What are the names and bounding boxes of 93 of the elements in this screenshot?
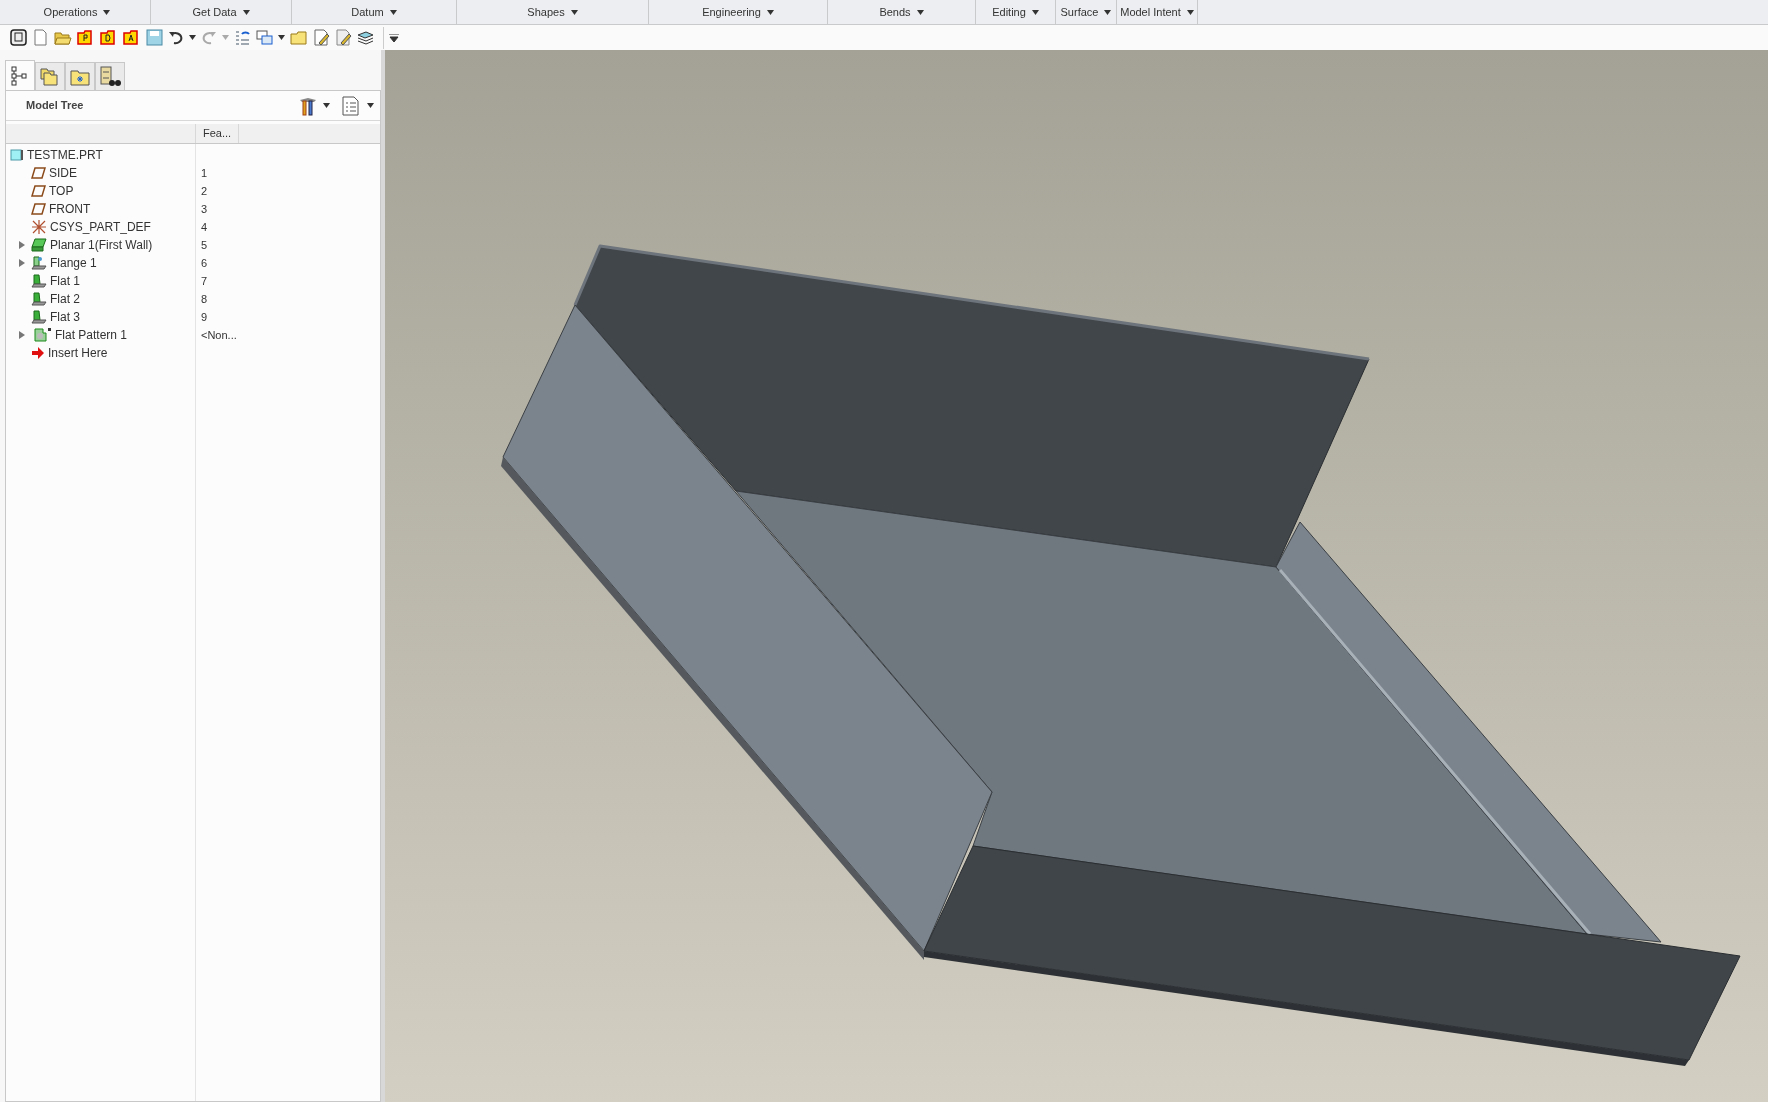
tree-row[interactable]: Flat 1 7 <box>6 272 380 290</box>
tree-row[interactable]: SIDE 1 <box>6 164 380 182</box>
caret-icon <box>103 9 111 15</box>
collapsed-arrow-icon[interactable] <box>18 241 26 249</box>
cabinet-binoculars-icon <box>99 65 121 88</box>
overflow-caret-icon[interactable] <box>389 33 399 42</box>
collapsed-arrow-icon[interactable] <box>18 259 26 267</box>
caret-icon <box>1031 9 1039 15</box>
cube-icon <box>10 149 24 161</box>
tree-row[interactable]: Insert Here <box>6 344 380 362</box>
keyboard-key-icon[interactable] <box>10 29 27 46</box>
feature-number: 9 <box>200 309 208 325</box>
caret-icon[interactable] <box>323 103 330 108</box>
panel-tab[interactable] <box>95 62 125 90</box>
feature-name: SIDE <box>49 165 77 182</box>
tree-row[interactable]: TESTME.PRT <box>6 146 380 164</box>
menu-item[interactable]: Editing <box>976 0 1056 24</box>
feature-number: 1 <box>200 165 208 181</box>
tree-row[interactable]: FRONT 3 <box>6 200 380 218</box>
flat-icon <box>31 274 47 288</box>
tree-icon <box>11 65 29 86</box>
feature-number: <Non... <box>200 327 237 343</box>
caret-icon[interactable] <box>278 35 285 40</box>
parallelogram-icon <box>31 167 46 179</box>
feature-name: Flat 3 <box>50 309 80 326</box>
folder-icon[interactable] <box>77 29 95 46</box>
windows-icon[interactable] <box>256 29 273 46</box>
plate-icon <box>31 238 47 252</box>
feature-number: 5 <box>200 237 208 253</box>
feature-name: TESTME.PRT <box>27 147 103 164</box>
tree-row[interactable]: CSYS_PART_DEF 4 <box>6 218 380 236</box>
layers-icon[interactable] <box>357 29 374 46</box>
menu-item[interactable]: Operations <box>4 0 151 24</box>
tree-row[interactable]: Flat 2 8 <box>6 290 380 308</box>
parallelogram-icon <box>31 185 46 197</box>
feature-number: 2 <box>200 183 208 199</box>
parallelogram-icon <box>31 203 46 215</box>
insert-arrow-icon <box>31 347 45 359</box>
feature-name: TOP <box>49 183 74 200</box>
caret-icon[interactable] <box>189 35 196 40</box>
regenerate-icon[interactable] <box>234 29 251 46</box>
caret-icon <box>916 9 924 15</box>
menu-item[interactable]: Model Intent <box>1117 0 1198 24</box>
collapsed-arrow-icon[interactable] <box>18 331 26 339</box>
tree-row[interactable]: TOP 2 <box>6 182 380 200</box>
feature-name: Flange 1 <box>50 255 97 272</box>
tree-row[interactable]: Flange 1 6 <box>6 254 380 272</box>
open-folder-icon[interactable] <box>54 29 72 46</box>
flat-icon <box>31 310 47 324</box>
caret-icon <box>242 9 250 15</box>
star-folder-icon <box>70 67 90 86</box>
sheet-metal-tray-drawing[interactable] <box>501 244 1741 1066</box>
flat-icon <box>31 292 47 306</box>
feature-name: Insert Here <box>48 345 108 362</box>
flat-pattern-icon <box>31 328 52 342</box>
panel-title: Model Tree <box>26 98 85 114</box>
folder-icon[interactable] <box>100 29 118 46</box>
menu-item[interactable]: Engineering <box>649 0 828 24</box>
column-header[interactable]: Fea... <box>196 124 239 143</box>
feature-name: CSYS_PART_DEF <box>50 219 151 236</box>
flange-icon <box>31 256 47 270</box>
menu-item[interactable]: Datum <box>292 0 457 24</box>
caret-icon <box>570 9 578 15</box>
feature-name: Planar 1(First Wall) <box>50 237 153 254</box>
tree-row[interactable]: Flat 3 9 <box>6 308 380 326</box>
menu-item[interactable]: Shapes <box>457 0 649 24</box>
feature-number: 4 <box>200 219 208 235</box>
caret-icon <box>1186 9 1194 15</box>
menu-item[interactable]: Bends <box>828 0 976 24</box>
tree-row[interactable]: Planar 1(First Wall) 5 <box>6 236 380 254</box>
caret-icon <box>389 9 397 15</box>
caret-icon <box>1104 9 1112 15</box>
feature-name: Flat Pattern 1 <box>55 327 128 344</box>
menu-item[interactable]: Get Data <box>151 0 292 24</box>
pencil-paper-icon[interactable] <box>335 29 352 46</box>
axes-icon <box>31 220 47 234</box>
folder-icon[interactable] <box>123 29 141 46</box>
tree-row[interactable]: Flat Pattern 1 <Non... <box>6 326 380 344</box>
pencil-paper-icon[interactable] <box>313 29 330 46</box>
3d-viewport[interactable] <box>385 50 1768 1102</box>
feature-number: 8 <box>200 291 208 307</box>
undo-icon[interactable] <box>168 29 184 46</box>
feature-number: 7 <box>200 273 208 289</box>
feature-number: 6 <box>200 255 208 271</box>
caret-icon <box>766 9 774 15</box>
feature-name: Flat 2 <box>50 291 80 308</box>
feature-name: Flat 1 <box>50 273 80 290</box>
menu-item[interactable]: Surface <box>1056 0 1117 24</box>
folders-icon <box>40 66 60 87</box>
feature-number: 3 <box>200 201 208 217</box>
caret-icon[interactable] <box>367 103 374 108</box>
feature-name: FRONT <box>49 201 91 218</box>
tools-icon[interactable] <box>298 95 318 116</box>
